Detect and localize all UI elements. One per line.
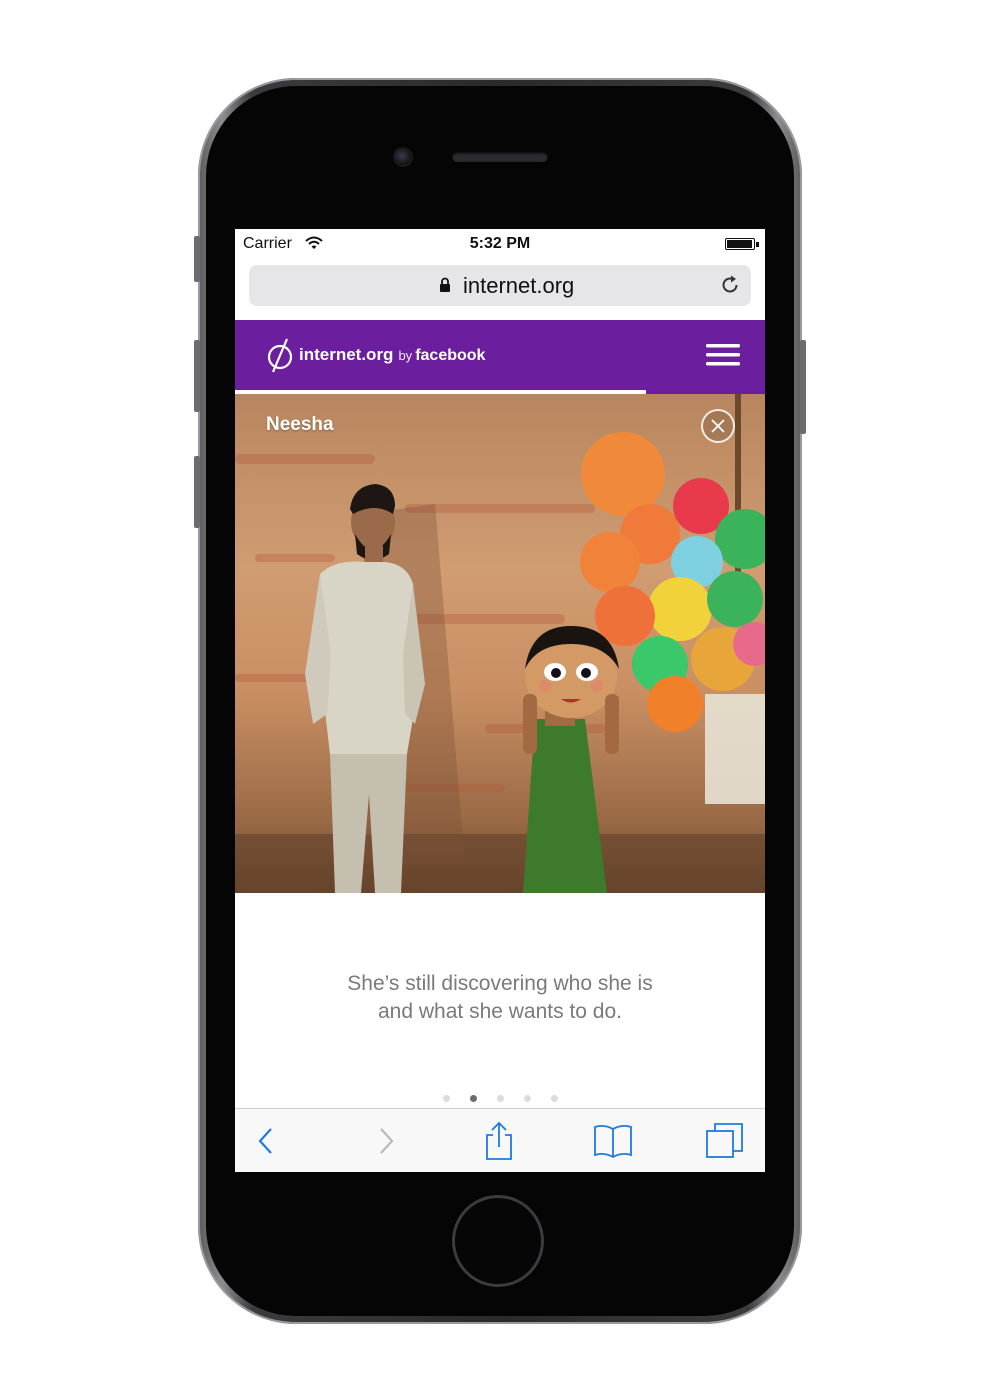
caption-line-2: and what she wants to do.: [378, 1000, 622, 1023]
pagination-dot[interactable]: [442, 1095, 450, 1102]
story-photo: Neesha: [235, 394, 765, 893]
reload-icon[interactable]: [719, 274, 741, 296]
pagination-dot[interactable]: [496, 1095, 504, 1102]
battery-tip: [756, 242, 759, 247]
phone-screen: Carrier 5:32 PM internet.org internet.or…: [235, 229, 765, 1172]
tabs-icon[interactable]: [705, 1121, 745, 1161]
site-header: internet.org by facebook: [235, 320, 765, 390]
logo-by: by: [398, 348, 413, 363]
site-logo[interactable]: internet.org by facebook: [299, 345, 485, 365]
bookmarks-icon[interactable]: [593, 1121, 633, 1161]
home-button[interactable]: [452, 1195, 544, 1287]
forward-chevron-icon[interactable]: [365, 1121, 405, 1161]
close-story-button[interactable]: [701, 409, 735, 443]
pagination-dot[interactable]: [550, 1095, 558, 1102]
pagination-dot[interactable]: [523, 1095, 531, 1102]
volume-up-button: [194, 340, 200, 412]
pagination-dot[interactable]: [469, 1095, 477, 1102]
logo-site-name: internet.org: [299, 345, 394, 364]
logo-brand: facebook: [415, 347, 486, 364]
power-button: [800, 340, 806, 434]
lock-icon: [440, 277, 450, 292]
internet-org-logo-icon[interactable]: [265, 336, 295, 374]
browser-toolbar: [235, 1108, 765, 1172]
earpiece-speaker: [452, 152, 548, 162]
story-caption: She’s still discovering who she is and w…: [275, 970, 725, 1026]
status-time: 5:32 PM: [469, 235, 531, 252]
status-bar: Carrier 5:32 PM: [235, 229, 765, 261]
back-chevron-icon[interactable]: [247, 1121, 287, 1161]
story-person-name: Neesha: [266, 414, 334, 435]
front-camera: [393, 147, 413, 167]
battery-level: [727, 240, 752, 248]
address-bar[interactable]: internet.org: [249, 265, 751, 306]
battery-icon: [725, 238, 755, 250]
mute-switch: [194, 236, 200, 282]
share-icon[interactable]: [479, 1121, 519, 1161]
caption-line-1: She’s still discovering who she is: [347, 972, 653, 995]
pagination-dots: [235, 1089, 765, 1107]
url-text: internet.org: [463, 273, 575, 298]
story-photo-illustration: [235, 394, 765, 893]
hamburger-menu-icon[interactable]: [706, 344, 740, 366]
volume-down-button: [194, 456, 200, 528]
close-icon: [711, 419, 725, 433]
